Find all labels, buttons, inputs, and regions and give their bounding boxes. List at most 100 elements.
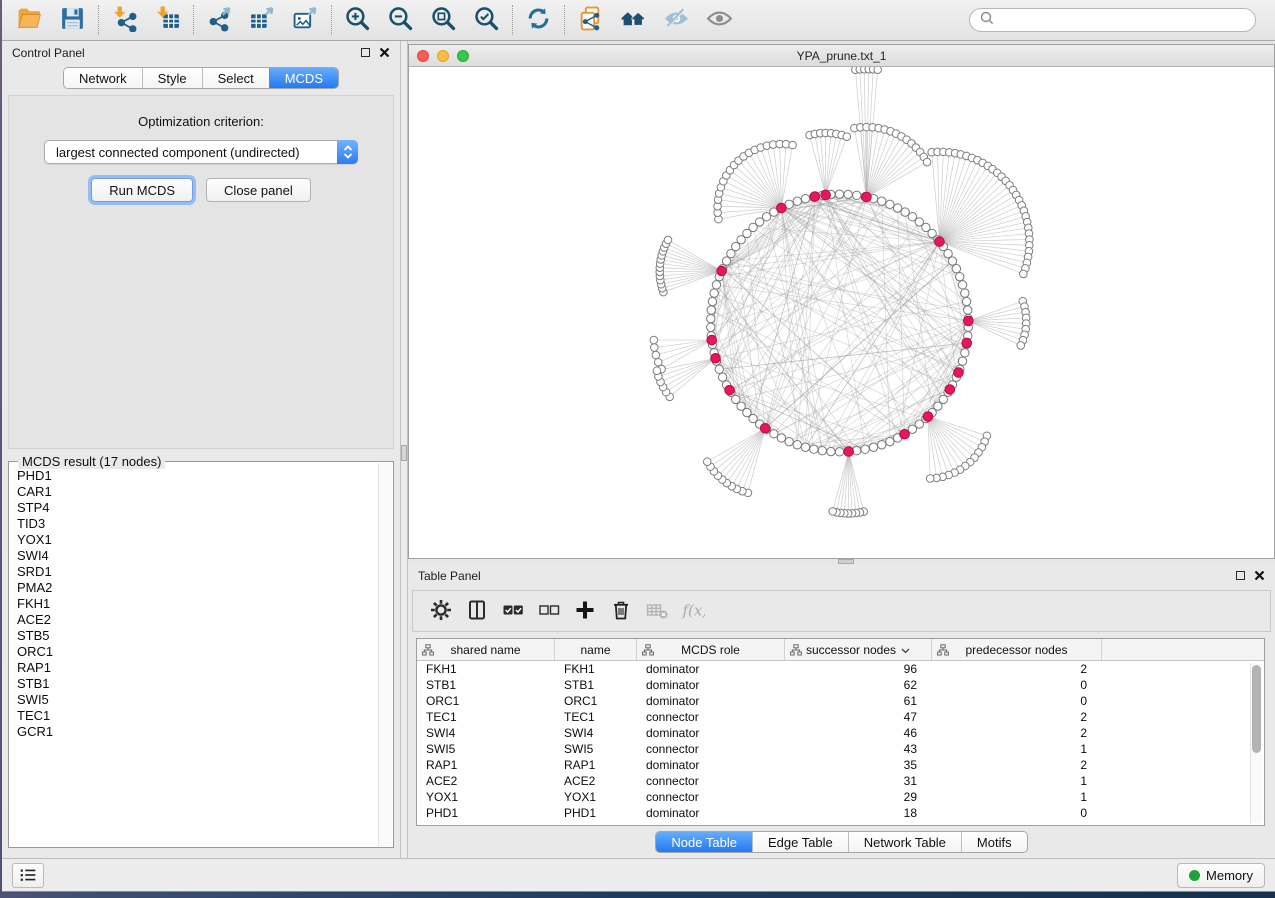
panel-splitter-vertical[interactable] [400,41,408,858]
table-cell: ACE2 [417,773,555,789]
mcds-result-item[interactable]: SWI4 [17,548,371,564]
close-window-icon[interactable] [417,50,429,62]
panel-splitter-horizontal[interactable] [408,559,1275,564]
table-row[interactable]: TEC1TEC1connector472 [417,709,1249,725]
mcds-result-item[interactable]: STP4 [17,500,371,516]
column-header-predecessor-nodes[interactable]: predecessor nodes [932,639,1102,660]
network-view[interactable] [409,67,1274,558]
table-options-button[interactable] [425,595,457,627]
table-scrollbar[interactable] [1250,663,1262,823]
toolbar-separator [98,5,99,35]
table-row[interactable]: RAP1RAP1dominator352 [417,757,1249,773]
tab-network[interactable]: Network [64,68,142,88]
table-row[interactable]: ORC1ORC1dominator610 [417,693,1249,709]
toggle-visibility-button[interactable] [698,2,741,38]
column-header-successor-nodes[interactable]: successor nodes [785,639,932,660]
zoom-fit-button[interactable] [422,2,465,38]
scrollbar-thumb[interactable] [1252,665,1261,753]
column-header-MCDS-role[interactable]: MCDS role [637,639,785,660]
maximize-window-icon[interactable] [457,50,469,62]
mcds-result-item[interactable]: STB1 [17,676,371,692]
search-input[interactable] [1000,10,1255,30]
hide-unselected-button[interactable] [655,2,698,38]
import-table-button[interactable] [146,2,189,38]
table-row[interactable]: YOX1YOX1connector291 [417,789,1249,805]
tab-node-table[interactable]: Node Table [656,832,752,852]
mcds-result-item[interactable]: FKH1 [17,596,371,612]
splitter-handle[interactable] [401,445,407,461]
mcds-result-item[interactable]: YOX1 [17,532,371,548]
table-cell: connector [637,789,785,805]
mcds-result-item[interactable]: GCR1 [17,724,371,740]
mcds-result-scrollbar[interactable] [378,463,392,846]
mcds-result-item[interactable]: RAP1 [17,660,371,676]
float-panel-icon[interactable] [361,48,370,57]
tab-select[interactable]: Select [202,68,269,88]
table-row[interactable]: STB1STB1dominator620 [417,677,1249,693]
zoom-selected-button[interactable] [465,2,508,38]
criterion-select[interactable]: largest connected component (undirected) [44,140,358,164]
column-type-icon [937,644,949,659]
refresh-view-button[interactable] [517,2,560,38]
delete-table-icon [645,598,669,625]
search-box[interactable] [969,8,1256,32]
table-cell: YOX1 [555,789,637,805]
save-session-button[interactable] [51,2,94,38]
add-column-button[interactable] [569,595,601,627]
duplicate-network-button[interactable] [569,2,612,38]
table-cell: 18 [785,805,932,821]
zoom-in-button[interactable] [336,2,379,38]
table-row[interactable]: SWI5SWI5connector431 [417,741,1249,757]
mcds-result-item[interactable]: SRD1 [17,564,371,580]
delete-column-button[interactable] [605,595,637,627]
table-cell: 2 [932,709,1102,725]
mcds-result-item[interactable]: PHD1 [17,468,371,484]
table-row[interactable]: FKH1FKH1dominator962 [417,661,1249,677]
close-panel-icon[interactable] [379,47,390,58]
mcds-result-item[interactable]: ORC1 [17,644,371,660]
tab-network-table[interactable]: Network Table [848,832,961,852]
export-image-button[interactable] [284,2,327,38]
splitter-handle[interactable] [838,559,854,564]
mcds-result-item[interactable]: STB5 [17,628,371,644]
close-panel-icon[interactable] [1254,570,1265,581]
column-header-shared-name[interactable]: shared name [417,639,555,660]
mcds-result-item[interactable]: CAR1 [17,484,371,500]
table-row[interactable]: ACE2ACE2connector311 [417,773,1249,789]
tab-mcds[interactable]: MCDS [269,68,338,88]
show-columns-button[interactable] [461,595,493,627]
export-network-button[interactable] [198,2,241,38]
network-nodes[interactable] [650,67,1033,517]
tab-style[interactable]: Style [142,68,202,88]
show-panels-button[interactable] [12,863,44,888]
import-network-icon [111,5,138,35]
import-network-button[interactable] [103,2,146,38]
tab-edge-table[interactable]: Edge Table [752,832,848,852]
float-panel-icon[interactable] [1236,571,1245,580]
deselect-all-button[interactable] [533,595,565,627]
mcds-result-item[interactable]: TID3 [17,516,371,532]
memory-button[interactable]: Memory [1177,863,1265,888]
select-stepper-icon [337,140,358,164]
open-file-button[interactable] [8,2,51,38]
first-neighbors-button[interactable] [612,2,655,38]
mcds-result-item[interactable]: PMA2 [17,580,371,596]
export-table-button[interactable] [241,2,284,38]
select-all-button[interactable] [497,595,529,627]
control-panel-titlebar: Control Panel [2,41,400,64]
minimize-window-icon[interactable] [437,50,449,62]
close-panel-button[interactable]: Close panel [206,178,311,202]
tab-motifs[interactable]: Motifs [961,832,1027,852]
first-neighbors-icon [620,5,647,35]
mcds-result-item[interactable]: SWI5 [17,692,371,708]
mcds-result-item[interactable]: TEC1 [17,708,371,724]
mcds-result-item[interactable]: ACE2 [17,612,371,628]
column-header-name[interactable]: name [555,639,637,660]
export-table-icon [249,5,276,35]
table-row[interactable]: SWI4SWI4dominator462 [417,725,1249,741]
zoom-out-button[interactable] [379,2,422,38]
run-mcds-button[interactable]: Run MCDS [91,178,193,202]
table-row[interactable]: PHD1PHD1dominator180 [417,805,1249,821]
table-cell: 31 [785,773,932,789]
table-toolbar: f(x) [412,590,1271,632]
